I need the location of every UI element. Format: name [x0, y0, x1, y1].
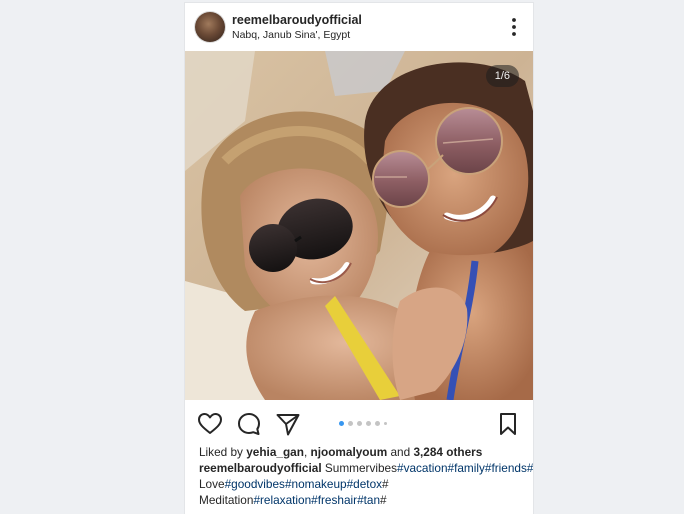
hashtag-link[interactable]: #tan [357, 493, 380, 507]
caption-username[interactable]: reemelbaroudyofficial [199, 461, 322, 475]
caption-text: Meditation [199, 493, 254, 507]
instagram-post: reemelbaroudyofficial Nabq, Janub Sina',… [185, 3, 533, 514]
liked-by-user[interactable]: yehia_gan [246, 445, 304, 459]
liked-by-user[interactable]: njoomalyoum [311, 445, 388, 459]
carousel-dot[interactable] [366, 421, 371, 426]
caption-text: Summervibes [324, 461, 398, 475]
carousel-dot[interactable] [357, 421, 362, 426]
more-options-icon[interactable] [511, 17, 517, 37]
hashtag-link[interactable]: #goodvibes [225, 477, 285, 491]
bookmark-icon[interactable] [495, 411, 521, 437]
caption-line: reemelbaroudyofficial Summervibes#vacati… [199, 460, 533, 476]
likes-prefix: Liked by [199, 445, 243, 459]
hashtag-link[interactable]: #nomakeup [285, 477, 347, 491]
hashtag-link[interactable]: # [527, 461, 533, 475]
caption-line: Meditation#relaxation#freshair#tan# [199, 492, 529, 508]
post-caption: Liked by yehia_gan, njoomalyoum and 3,28… [199, 444, 533, 508]
likes-count[interactable]: 3,284 others [413, 445, 482, 459]
likes-and: and [390, 445, 411, 459]
post-actions [185, 407, 533, 441]
likes-line: Liked by yehia_gan, njoomalyoum and 3,28… [199, 444, 529, 460]
caption-text: Love [199, 477, 225, 491]
avatar[interactable] [195, 12, 225, 42]
hashtag-link[interactable]: #detox [347, 477, 382, 491]
carousel-counter: 1/6 [485, 65, 519, 87]
hashtag-link[interactable]: #freshair [311, 493, 357, 507]
carousel-dot-active[interactable] [339, 421, 344, 426]
post-photo[interactable]: 1/6 [185, 51, 533, 400]
paper-plane-icon[interactable] [275, 411, 301, 437]
comment-bubble-icon[interactable] [236, 411, 262, 437]
post-header: reemelbaroudyofficial Nabq, Janub Sina',… [185, 3, 533, 51]
caption-text: # [382, 477, 389, 491]
heart-icon[interactable] [197, 411, 223, 437]
caption-text: # [380, 493, 387, 507]
likes-separator: , [303, 445, 308, 459]
hashtag-link[interactable]: #friends [485, 461, 527, 475]
selfie-photo [185, 51, 533, 400]
hashtag-link[interactable]: #vacation [397, 461, 448, 475]
caption-line: Love#goodvibes#nomakeup#detox# [199, 476, 529, 492]
carousel-dot[interactable] [375, 421, 380, 426]
post-username[interactable]: reemelbaroudyofficial [232, 13, 362, 27]
post-location[interactable]: Nabq, Janub Sina', Egypt [232, 29, 350, 41]
carousel-dot-small[interactable] [384, 422, 387, 425]
hashtag-link[interactable]: #family [448, 461, 485, 475]
carousel-dot[interactable] [348, 421, 353, 426]
hashtag-link[interactable]: #relaxation [253, 493, 311, 507]
